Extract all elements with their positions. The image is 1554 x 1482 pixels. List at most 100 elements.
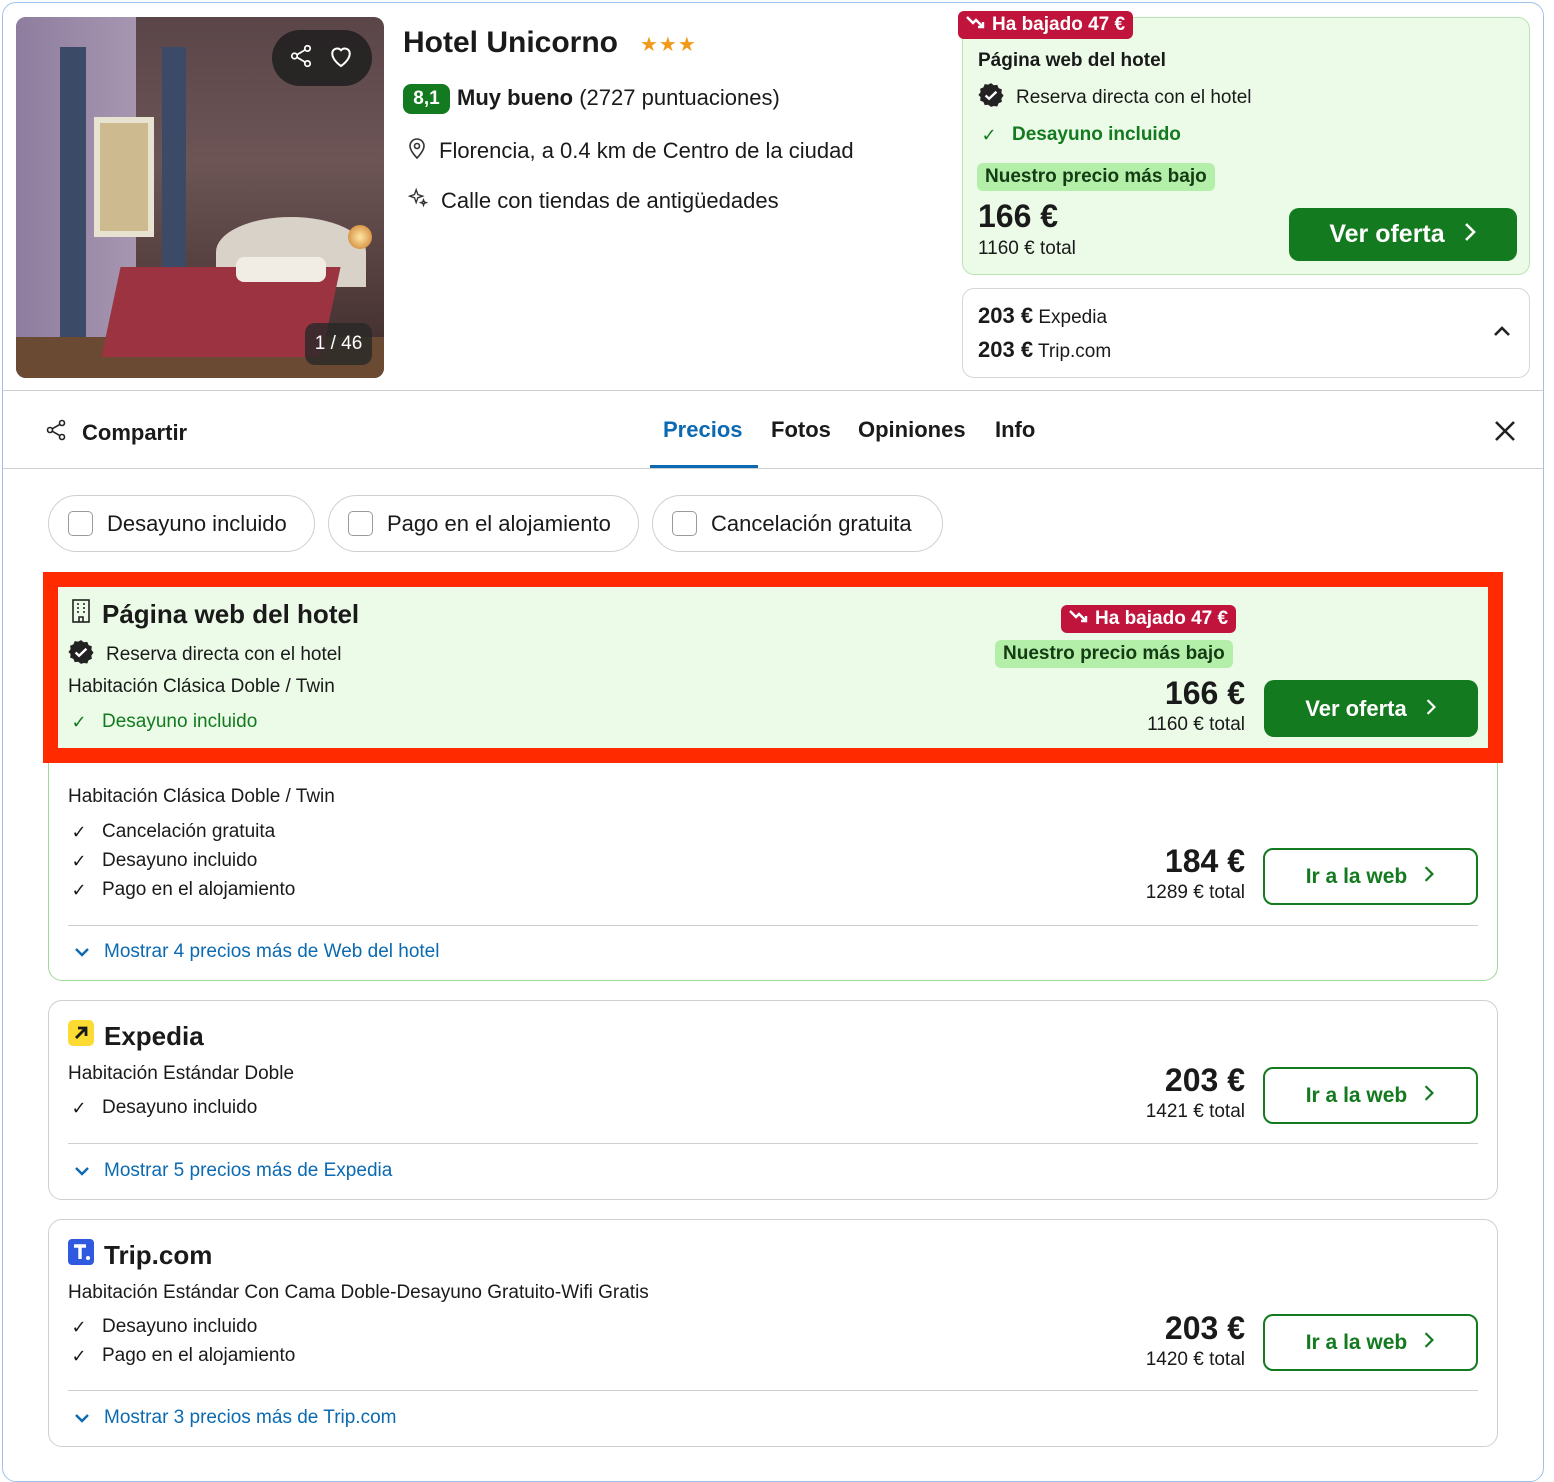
- chevron-down-icon: [74, 1160, 90, 1182]
- check-icon: ✓: [981, 124, 997, 145]
- filter-free-cancellation[interactable]: Cancelación gratuita: [652, 495, 943, 552]
- room-name: Habitación Clásica Doble / Twin: [68, 676, 335, 697]
- expedia-title: Expedia: [68, 1020, 204, 1053]
- check-icon: ✓: [71, 821, 87, 842]
- star-rating: ★★★: [640, 34, 697, 56]
- feature-text: Calle con tiendas de antigüedades: [441, 188, 779, 213]
- check-icon: ✓: [71, 850, 87, 871]
- deal-price: 166 €: [978, 198, 1059, 234]
- rating-summary[interactable]: Muy bueno (2727 puntuaciones): [457, 85, 780, 111]
- chevron-up-icon[interactable]: [1493, 324, 1511, 342]
- chevron-right-icon: [1463, 220, 1477, 249]
- trend-down-icon: [966, 14, 986, 36]
- location-text: Florencia, a 0.4 km de Centro de la ciud…: [439, 138, 854, 163]
- offer-total: 1421 € total: [1145, 1101, 1245, 1122]
- hotel-name[interactable]: Hotel Unicorno: [403, 26, 618, 60]
- offer-price: 203 €: [1164, 1062, 1245, 1098]
- breakfast-included-row: ✓ Desayuno incluido: [68, 711, 257, 733]
- tripcom-logo-icon: [68, 1239, 94, 1272]
- view-offer-button[interactable]: Ver oferta: [1289, 208, 1517, 261]
- chevron-right-icon: [1423, 1084, 1435, 1108]
- show-more-prices-link[interactable]: Mostrar 3 precios más de Trip.com: [74, 1407, 396, 1429]
- share-button[interactable]: Compartir: [44, 418, 187, 448]
- feature-item: ✓ Desayuno incluido: [68, 1316, 257, 1338]
- offer-price: 203 €: [1164, 1310, 1245, 1346]
- show-more-prices-link[interactable]: Mostrar 4 precios más de Web del hotel: [74, 941, 439, 963]
- location-row[interactable]: Florencia, a 0.4 km de Centro de la ciud…: [407, 136, 854, 166]
- card-divider: [68, 1390, 1478, 1391]
- feature-item: ✓ Cancelación gratuita: [68, 821, 275, 843]
- expedia-logo-icon: [68, 1020, 94, 1053]
- rating-count: (2727 puntuaciones): [579, 85, 780, 110]
- go-to-site-button[interactable]: Ir a la web: [1263, 848, 1478, 905]
- tab-fotos[interactable]: Fotos: [771, 417, 831, 443]
- lowest-price-badge: Nuestro precio más bajo: [995, 640, 1233, 668]
- share-icon: [44, 418, 68, 448]
- verified-badge-icon: [978, 82, 1004, 114]
- feature-item: ✓ Desayuno incluido: [68, 850, 257, 872]
- tab-precios[interactable]: Precios: [663, 417, 743, 443]
- check-icon: ✓: [71, 711, 87, 732]
- header-divider: [3, 390, 1543, 391]
- close-icon[interactable]: [1493, 419, 1517, 448]
- building-icon: [70, 598, 92, 631]
- trend-down-icon: [1069, 608, 1089, 630]
- offer-price: 166 €: [1164, 675, 1245, 711]
- show-more-prices-link[interactable]: Mostrar 5 precios más de Expedia: [74, 1160, 392, 1182]
- nav-divider: [3, 468, 1543, 469]
- location-pin-icon: [407, 136, 427, 166]
- check-icon: ✓: [71, 1097, 87, 1118]
- chevron-down-icon: [74, 941, 90, 963]
- filter-pay-at-property[interactable]: Pago en el alojamiento: [328, 495, 639, 552]
- direct-booking-row: Reserva directa con el hotel: [978, 82, 1252, 114]
- offer-total: 1289 € total: [1145, 882, 1245, 903]
- hotel-site-title: Página web del hotel: [70, 598, 359, 631]
- score-badge: 8,1: [403, 84, 450, 114]
- alt-price-row: 203 € Trip.com: [978, 337, 1112, 362]
- checkbox[interactable]: [68, 511, 93, 536]
- chevron-down-icon: [74, 1407, 90, 1429]
- price-drop-badge: Ha bajado 47 €: [958, 11, 1134, 39]
- room-name: Habitación Clásica Doble / Twin: [68, 786, 335, 807]
- filter-breakfast[interactable]: Desayuno incluido: [48, 495, 315, 552]
- lowest-price-badge: Nuestro precio más bajo: [977, 163, 1215, 191]
- check-icon: ✓: [71, 879, 87, 900]
- checkbox[interactable]: [672, 511, 697, 536]
- tab-opiniones[interactable]: Opiniones: [858, 417, 966, 443]
- feature-item: ✓ Pago en el alojamiento: [68, 879, 295, 901]
- tab-info[interactable]: Info: [995, 417, 1035, 443]
- breakfast-included-row: ✓ Desayuno incluido: [978, 124, 1180, 146]
- price-drop-badge: Ha bajado 47 €: [1061, 605, 1237, 633]
- deal-total: 1160 € total: [978, 238, 1076, 259]
- photo-actions: [272, 30, 372, 86]
- heart-icon[interactable]: [326, 41, 356, 76]
- feature-item: ✓ Pago en el alojamiento: [68, 1345, 295, 1367]
- deal-provider: Página web del hotel: [978, 50, 1166, 71]
- checkbox[interactable]: [348, 511, 373, 536]
- other-prices-box[interactable]: [962, 288, 1530, 378]
- offer-total: 1160 € total: [1147, 714, 1245, 735]
- chevron-right-icon: [1423, 865, 1435, 889]
- sparkle-icon: [407, 187, 429, 215]
- card-divider: [68, 1143, 1478, 1144]
- feature-row: Calle con tiendas de antigüedades: [407, 187, 779, 215]
- card-divider: [68, 925, 1478, 926]
- go-to-site-button[interactable]: Ir a la web: [1263, 1067, 1478, 1124]
- verified-badge-icon: [68, 639, 94, 671]
- check-icon: ✓: [71, 1316, 87, 1337]
- go-to-site-button[interactable]: Ir a la web: [1263, 1314, 1478, 1371]
- feature-item: ✓ Desayuno incluido: [68, 1097, 257, 1119]
- check-icon: ✓: [71, 1345, 87, 1366]
- offer-price: 184 €: [1164, 843, 1245, 879]
- room-name: Habitación Estándar Doble: [68, 1063, 295, 1084]
- chevron-right-icon: [1423, 1331, 1435, 1355]
- rating-label: Muy bueno: [457, 85, 574, 110]
- chevron-right-icon: [1425, 696, 1437, 722]
- tripcom-title: Trip.com: [68, 1239, 212, 1272]
- alt-price-row: 203 € Expedia: [978, 303, 1108, 328]
- share-icon[interactable]: [288, 43, 314, 74]
- direct-booking-row: Reserva directa con el hotel: [68, 639, 342, 671]
- photo-counter: 1 / 46: [305, 323, 372, 365]
- room-name: Habitación Estándar Con Cama Doble-Desay…: [68, 1282, 649, 1303]
- view-offer-button[interactable]: Ver oferta: [1264, 680, 1478, 737]
